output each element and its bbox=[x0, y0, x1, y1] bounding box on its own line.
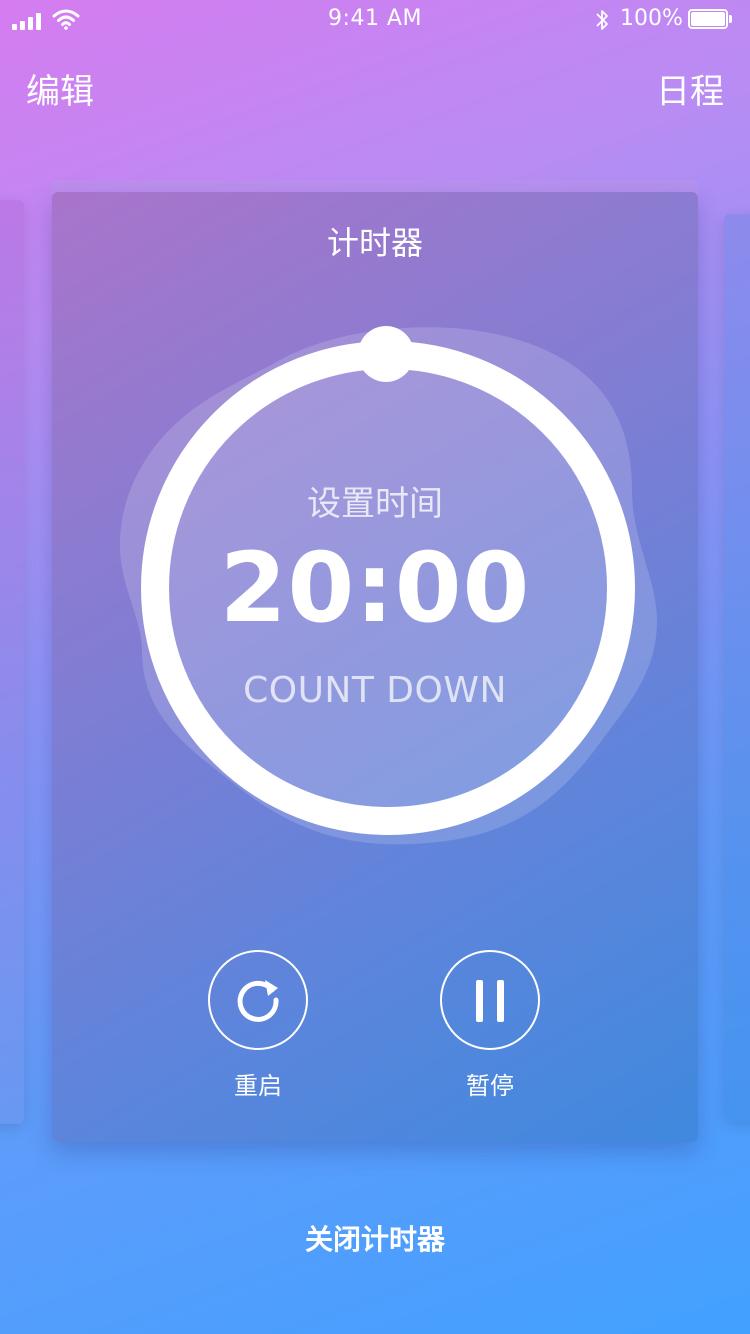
card-title: 计时器 bbox=[326, 224, 423, 262]
close-timer-button[interactable]: 关闭计时器 bbox=[0, 1218, 750, 1258]
ring-knob[interactable] bbox=[358, 326, 414, 382]
set-time-label: 设置时间 bbox=[307, 484, 443, 524]
schedule-button[interactable]: 日程 bbox=[656, 64, 724, 113]
pause-icon bbox=[476, 980, 504, 1022]
restart-label: 重启 bbox=[234, 1072, 282, 1100]
bluetooth-icon bbox=[596, 10, 608, 30]
timer-card: 计时器 设置时间 20:00 COUNT DOWN 重启 暂停 bbox=[52, 192, 698, 1142]
next-card[interactable] bbox=[724, 214, 750, 1122]
restart-icon bbox=[237, 980, 279, 1022]
count-down-label: COUNT DOWN bbox=[243, 670, 507, 711]
prev-card[interactable] bbox=[0, 200, 24, 1124]
restart-button[interactable] bbox=[208, 950, 308, 1050]
status-bar: 9:41 AM 100% bbox=[0, 0, 750, 40]
pause-button[interactable] bbox=[440, 950, 540, 1050]
battery-percent: 100% bbox=[620, 6, 683, 31]
timer-display[interactable]: 20:00 bbox=[52, 532, 698, 644]
pause-label: 暂停 bbox=[466, 1072, 514, 1100]
edit-button[interactable]: 编辑 bbox=[26, 64, 94, 113]
battery-icon bbox=[688, 9, 732, 29]
